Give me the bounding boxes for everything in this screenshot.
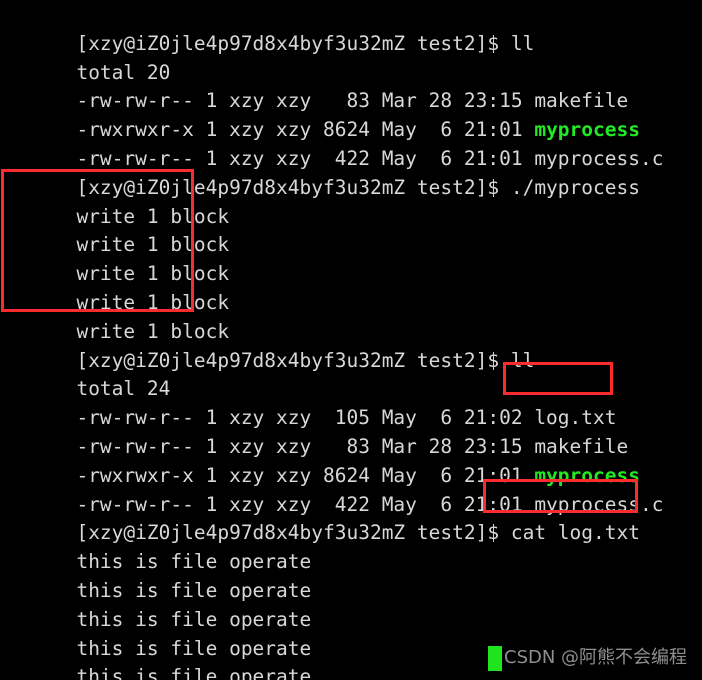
- line-text-prefix: -rwxrwxr-x 1 xzy xzy 8624 May 6 21:01: [76, 118, 535, 142]
- terminal-line-prompt-ll-1: [xzy@iZ0jle4p97d8x4byf3u32mZ test2]$ ll: [6, 1, 702, 55]
- line-text: -rw-rw-r-- 1 xzy xzy 422 May 6 21:01 myp…: [76, 492, 664, 516]
- line-text: total 20: [76, 60, 171, 84]
- line-text: write 1 block: [76, 290, 230, 314]
- line-text: this is file operate: [76, 636, 312, 660]
- line-text: -rw-rw-r-- 1 xzy xzy 83 Mar 28 23:15 mak…: [76, 434, 629, 458]
- line-text: this is file operate: [76, 578, 312, 602]
- line-text: write 1 block: [76, 204, 230, 228]
- line-text: total 24: [76, 377, 171, 401]
- line-text: -rw-rw-r-- 1 xzy xzy 105 May 6 21:02 log…: [76, 406, 617, 430]
- line-text: this is file operate: [76, 550, 312, 574]
- line-text: write 1 block: [76, 319, 230, 343]
- line-text: [xzy@iZ0jle4p97d8x4byf3u32mZ test2]$ cat…: [76, 521, 640, 545]
- line-text: -rw-rw-r-- 1 xzy xzy 83 Mar 28 23:15 mak…: [76, 89, 629, 113]
- line-text: write 1 block: [76, 233, 230, 257]
- terminal-cursor: [488, 646, 502, 671]
- line-text: -rw-rw-r-- 1 xzy xzy 422 May 6 21:01 myp…: [76, 146, 664, 170]
- terminal-screen[interactable]: [xzy@iZ0jle4p97d8x4byf3u32mZ test2]$ ll …: [6, 1, 702, 680]
- line-text-prefix: -rwxrwxr-x 1 xzy xzy 8624 May 6 21:01: [76, 463, 535, 487]
- executable-filename: myprocess: [534, 118, 640, 142]
- terminal-window[interactable]: [xzy@iZ0jle4p97d8x4byf3u32mZ test2]$ ll …: [0, 0, 702, 680]
- executable-filename: myprocess: [534, 463, 640, 487]
- line-text: [xzy@iZ0jle4p97d8x4byf3u32mZ test2]$ ll: [76, 31, 535, 55]
- line-text: [xzy@iZ0jle4p97d8x4byf3u32mZ test2]$ ll: [76, 348, 535, 372]
- csdn-watermark: CSDN @阿熊不会编程: [504, 647, 688, 668]
- line-text: this is file operate: [76, 665, 312, 680]
- line-text: [xzy@iZ0jle4p97d8x4byf3u32mZ test2]$ ./m…: [76, 175, 640, 199]
- line-text: this is file operate: [76, 607, 312, 631]
- line-text: write 1 block: [76, 262, 230, 286]
